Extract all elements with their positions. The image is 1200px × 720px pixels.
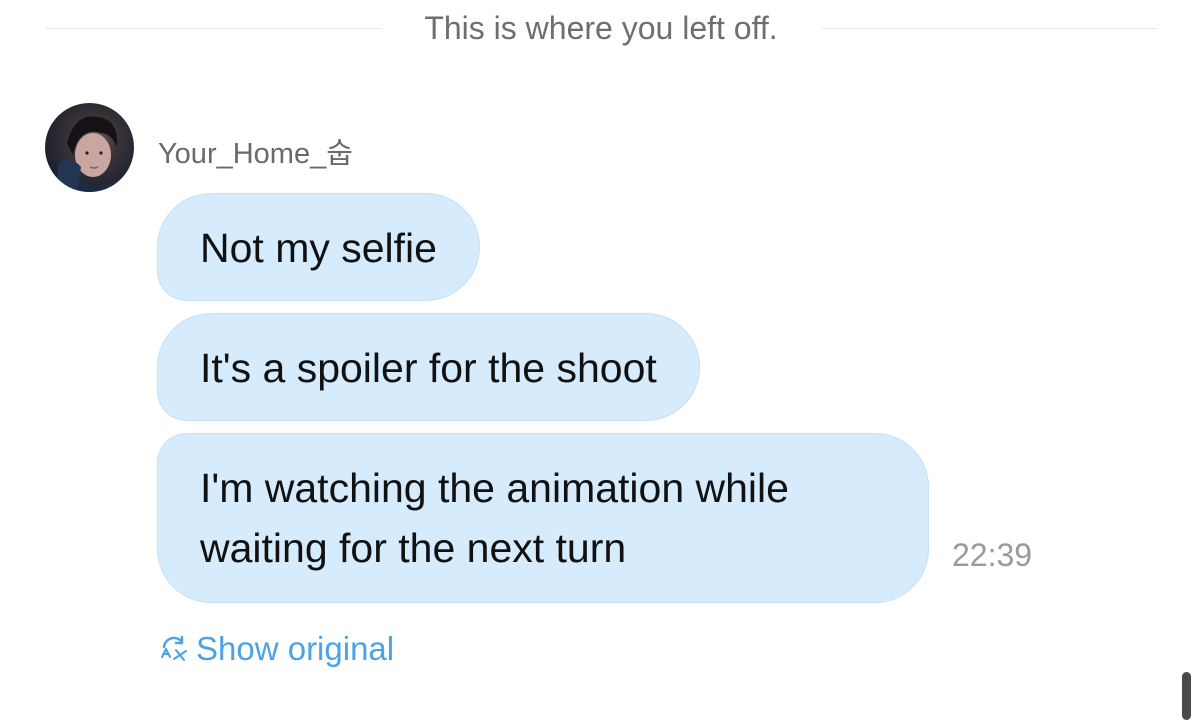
message-text: I'm watching the animation while waiting… <box>200 465 789 571</box>
message-text: Not my selfie <box>200 225 437 271</box>
message-bubble[interactable]: I'm watching the animation while waiting… <box>157 433 929 603</box>
message-text: It's a spoiler for the shoot <box>200 345 657 391</box>
chat-screen: This is where you left off. Your_Home_숩 … <box>0 0 1200 720</box>
avatar[interactable] <box>45 103 134 192</box>
profile-photo-icon <box>55 116 119 192</box>
show-original-label: Show original <box>196 630 395 667</box>
message-bubble[interactable]: Not my selfie <box>157 193 480 301</box>
divider-line-right <box>822 28 1157 29</box>
show-original-button[interactable]: Show original <box>158 630 394 668</box>
sender-username[interactable]: Your_Home_숩 <box>158 130 353 172</box>
message-bubble[interactable]: It's a spoiler for the shoot <box>157 313 700 421</box>
message-timestamp: 22:39 <box>952 537 1033 573</box>
divider-line-left <box>45 28 380 29</box>
translate-icon <box>158 633 190 665</box>
left-off-divider: This is where you left off. <box>424 10 778 46</box>
scrollbar-thumb[interactable] <box>1182 672 1191 720</box>
